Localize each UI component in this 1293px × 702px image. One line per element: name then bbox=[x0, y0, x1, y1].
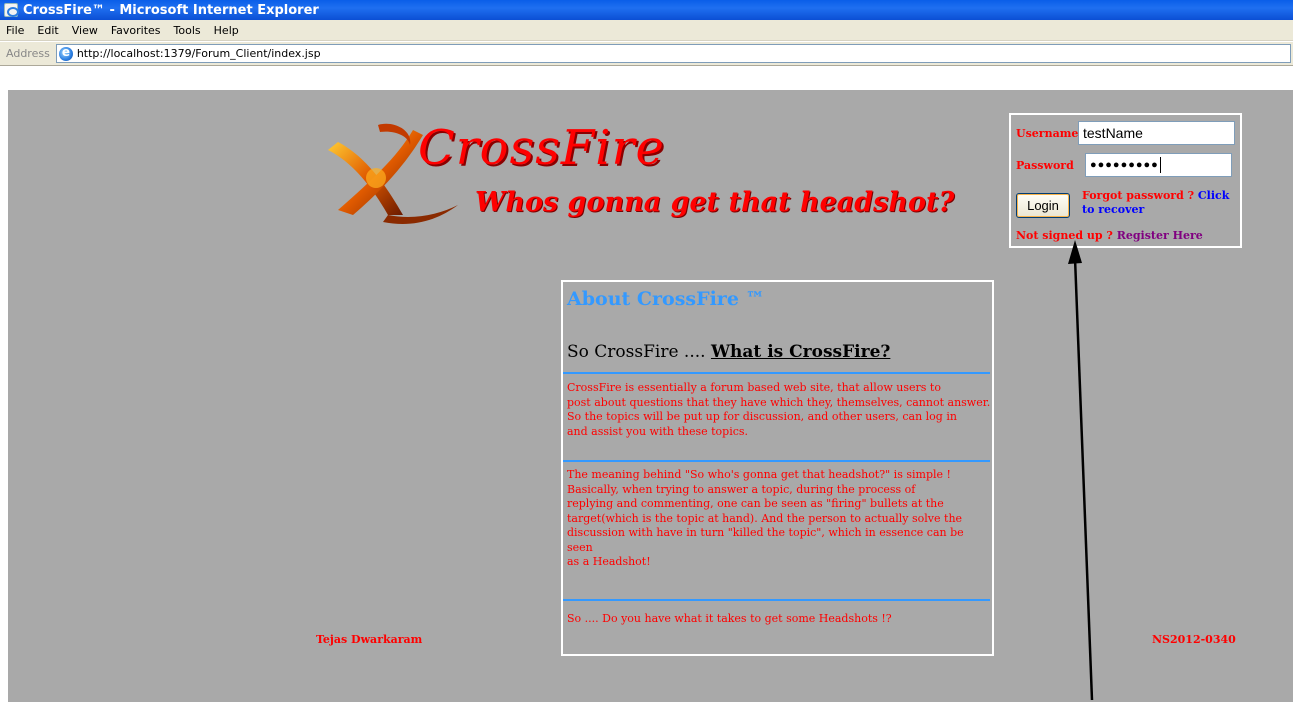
annotation-arrow-icon bbox=[1068, 240, 1094, 701]
menu-file[interactable]: File bbox=[6, 24, 24, 37]
forgot-password-text: Forgot password ? bbox=[1082, 189, 1195, 202]
divider-2 bbox=[563, 460, 990, 462]
address-field[interactable]: http://localhost:1379/Forum_Client/index… bbox=[55, 44, 1291, 63]
password-label: Password bbox=[1016, 159, 1074, 172]
login-button[interactable]: Login bbox=[1016, 193, 1070, 218]
para1-line: post about questions that they have whic… bbox=[567, 395, 991, 409]
para1-line: CrossFire is essentially a forum based w… bbox=[567, 381, 941, 394]
window-title: CrossFire™ - Microsoft Internet Explorer bbox=[23, 2, 319, 18]
footer-student-id: NS2012-0340 bbox=[1152, 633, 1236, 646]
para2-line: Basically, when trying to answer a topic… bbox=[567, 482, 916, 496]
page-top-margin bbox=[0, 66, 1293, 90]
password-input[interactable]: ●●●●●●●●● bbox=[1085, 153, 1232, 177]
para2-line: target(which is the topic at hand). And … bbox=[567, 511, 963, 525]
forgot-password: Forgot password ? Click to recover bbox=[1082, 189, 1232, 217]
username-label: Username bbox=[1016, 127, 1079, 140]
about-title: About CrossFire ™ bbox=[567, 288, 765, 310]
register-link[interactable]: Register Here bbox=[1117, 229, 1203, 242]
about-paragraph-3: So .... Do you have what it takes to get… bbox=[567, 612, 892, 625]
password-value: ●●●●●●●●● bbox=[1090, 159, 1159, 171]
para2-line: replying and commenting, one can be seen… bbox=[567, 497, 944, 510]
signup-row: Not signed up ? Register Here bbox=[1016, 229, 1203, 242]
para1-line: and assist you with these topics. bbox=[567, 424, 749, 438]
text-caret bbox=[1159, 157, 1161, 173]
about-subtitle: So CrossFire .... What is CrossFire? bbox=[567, 342, 890, 362]
address-url[interactable]: http://localhost:1379/Forum_Client/index… bbox=[77, 47, 321, 60]
window-titlebar: CrossFire™ - Microsoft Internet Explorer bbox=[0, 0, 1293, 20]
brand-title: CrossFire bbox=[418, 120, 665, 176]
divider-1 bbox=[563, 372, 990, 374]
ie-app-icon bbox=[4, 3, 19, 17]
about-paragraph-1: CrossFire is essentially a forum based w… bbox=[567, 381, 991, 439]
ie-page-icon bbox=[58, 45, 73, 61]
menu-view[interactable]: View bbox=[72, 24, 98, 37]
address-bar: Address http://localhost:1379/Forum_Clie… bbox=[0, 42, 1293, 66]
para2-line: discussion with have in turn "killed the… bbox=[567, 526, 964, 554]
brand-tagline: Whos gonna get that headshot? bbox=[475, 187, 955, 218]
address-label: Address bbox=[6, 47, 50, 60]
para2-line: as a Headshot! bbox=[567, 555, 651, 568]
menu-help[interactable]: Help bbox=[214, 24, 239, 37]
what-is-crossfire-link[interactable]: What is CrossFire? bbox=[711, 342, 890, 362]
para1-line: So the topics will be put up for discuss… bbox=[567, 410, 957, 423]
about-paragraph-2: The meaning behind "So who's gonna get t… bbox=[567, 468, 991, 570]
menu-tools[interactable]: Tools bbox=[174, 24, 201, 37]
footer-author: Tejas Dwarkaram bbox=[316, 633, 423, 646]
about-subtitle-prefix: So CrossFire .... bbox=[567, 342, 706, 362]
menu-edit[interactable]: Edit bbox=[37, 24, 58, 37]
menu-favorites[interactable]: Favorites bbox=[111, 24, 161, 37]
divider-3 bbox=[563, 599, 990, 601]
para2-line: The meaning behind "So who's gonna get t… bbox=[567, 468, 951, 481]
username-input[interactable]: testName bbox=[1078, 121, 1235, 145]
menu-bar: File Edit View Favorites Tools Help bbox=[0, 20, 1293, 41]
username-value: testName bbox=[1083, 125, 1143, 141]
page-left-margin bbox=[0, 90, 8, 702]
